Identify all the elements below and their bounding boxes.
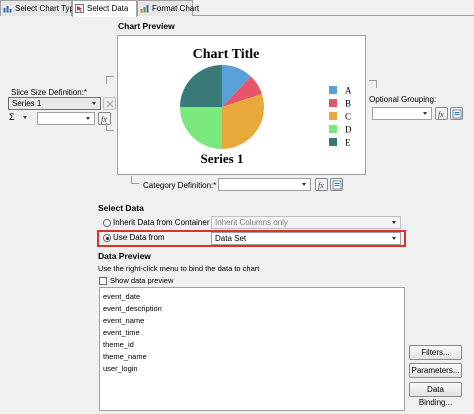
tab-format-chart[interactable]: Format Chart (137, 0, 199, 16)
legend: ABCDE (329, 86, 352, 148)
pie-slices (180, 65, 264, 149)
use-data-label: Use Data from (113, 233, 165, 242)
chevron-down-icon (300, 180, 309, 189)
inherit-columns-select[interactable]: Inherit Columns only (211, 216, 401, 229)
bracket-line (369, 80, 377, 88)
remove-series-button[interactable] (103, 97, 116, 110)
bracket-line (131, 176, 139, 184)
series-label: Series 1 (201, 151, 244, 166)
legend-label-e: E (345, 138, 351, 148)
chart-preview: Chart Title Series 1 ABCDE (117, 35, 366, 175)
select-data-icon (75, 4, 84, 13)
slice-size-label: Slice Size Definition:* (11, 88, 88, 97)
legend-swatch-d (329, 125, 337, 133)
bracket-line (106, 76, 114, 84)
svg-text:fx: fx (318, 181, 324, 190)
list-item[interactable]: event_time (103, 327, 140, 339)
list-item[interactable]: theme_name (103, 351, 147, 363)
category-sort-button[interactable] (330, 178, 343, 191)
optional-grouping-select[interactable] (372, 107, 432, 120)
list-item[interactable]: event_name (103, 315, 144, 327)
slice-size-series-select[interactable]: Series 1 (8, 97, 101, 110)
filters-button[interactable]: Filters... (409, 345, 462, 360)
pie-chart: Chart Title Series 1 ABCDE (180, 47, 352, 166)
svg-text:fx: fx (438, 110, 444, 119)
list-item[interactable]: event_date (103, 291, 140, 303)
legend-label-c: C (345, 112, 351, 122)
chart-type-icon (3, 6, 12, 13)
slice-size-series-value: Series 1 (12, 99, 42, 108)
data-source-select[interactable]: Data Set (211, 232, 401, 245)
legend-label-d: D (345, 125, 352, 135)
data-binding-button[interactable]: Data Binding... (409, 382, 462, 407)
chevron-down-icon (90, 99, 99, 108)
chevron-down-icon[interactable] (23, 116, 27, 119)
bracket-line (106, 123, 114, 131)
chevron-down-icon (84, 114, 93, 123)
category-definition-select[interactable] (218, 178, 311, 191)
close-icon (106, 100, 114, 108)
inherit-data-radio[interactable] (103, 219, 111, 227)
tab-select-data[interactable]: Select Data (72, 0, 137, 17)
show-preview-label: Show data preview (110, 276, 174, 285)
chart-title: Chart Title (193, 47, 260, 62)
chevron-down-icon (421, 109, 430, 118)
category-expression-button[interactable]: fx (315, 178, 328, 191)
legend-swatch-a (329, 86, 337, 94)
chevron-down-icon (390, 234, 399, 243)
inherit-data-label: Inherit Data from Container (113, 218, 210, 227)
list-item[interactable]: user_login (103, 363, 138, 375)
use-data-radio[interactable] (103, 234, 111, 242)
select-data-heading: Select Data (98, 203, 144, 213)
data-source-value: Data Set (215, 234, 247, 243)
legend-label-b: B (345, 99, 351, 109)
show-preview-checkbox[interactable] (99, 277, 107, 285)
optional-grouping-label: Optional Grouping: (369, 95, 437, 104)
tab-label: Select Chart Type (15, 4, 79, 13)
function-icon: fx (438, 110, 444, 119)
parameters-button[interactable]: Parameters... (409, 363, 462, 378)
legend-label-a: A (345, 86, 352, 96)
format-chart-icon (140, 5, 149, 13)
sigma-icon[interactable]: Σ (9, 112, 15, 122)
tab-label: Select Data (87, 4, 129, 13)
legend-swatch-e (329, 138, 337, 146)
function-icon: fx (318, 181, 324, 190)
data-preview-heading: Data Preview (98, 251, 151, 261)
list-item[interactable]: event_description (103, 303, 162, 315)
grouping-expression-button[interactable]: fx (435, 107, 448, 120)
sort-icon (452, 109, 462, 119)
inherit-columns-value: Inherit Columns only (215, 218, 288, 227)
tab-bar: Select Chart Type Select Data Format Cha… (0, 0, 474, 17)
list-item[interactable]: theme_id (103, 339, 134, 351)
legend-swatch-b (329, 99, 337, 107)
pie-slice-e (180, 65, 222, 107)
pie-slice-d (180, 107, 222, 149)
legend-swatch-c (329, 112, 337, 120)
data-preview-hint: Use the right-click menu to bind the dat… (98, 264, 260, 273)
column-list[interactable]: event_date event_description event_name … (99, 287, 405, 411)
chart-preview-heading: Chart Preview (118, 21, 175, 31)
tab-select-chart-type[interactable]: Select Chart Type (0, 0, 78, 16)
tab-label: Format Chart (152, 4, 200, 13)
grouping-sort-button[interactable] (450, 107, 463, 120)
category-definition-label: Category Definition:* (143, 181, 217, 190)
sort-icon (332, 180, 342, 190)
aggregate-select[interactable] (37, 112, 95, 125)
chevron-down-icon (390, 218, 399, 227)
